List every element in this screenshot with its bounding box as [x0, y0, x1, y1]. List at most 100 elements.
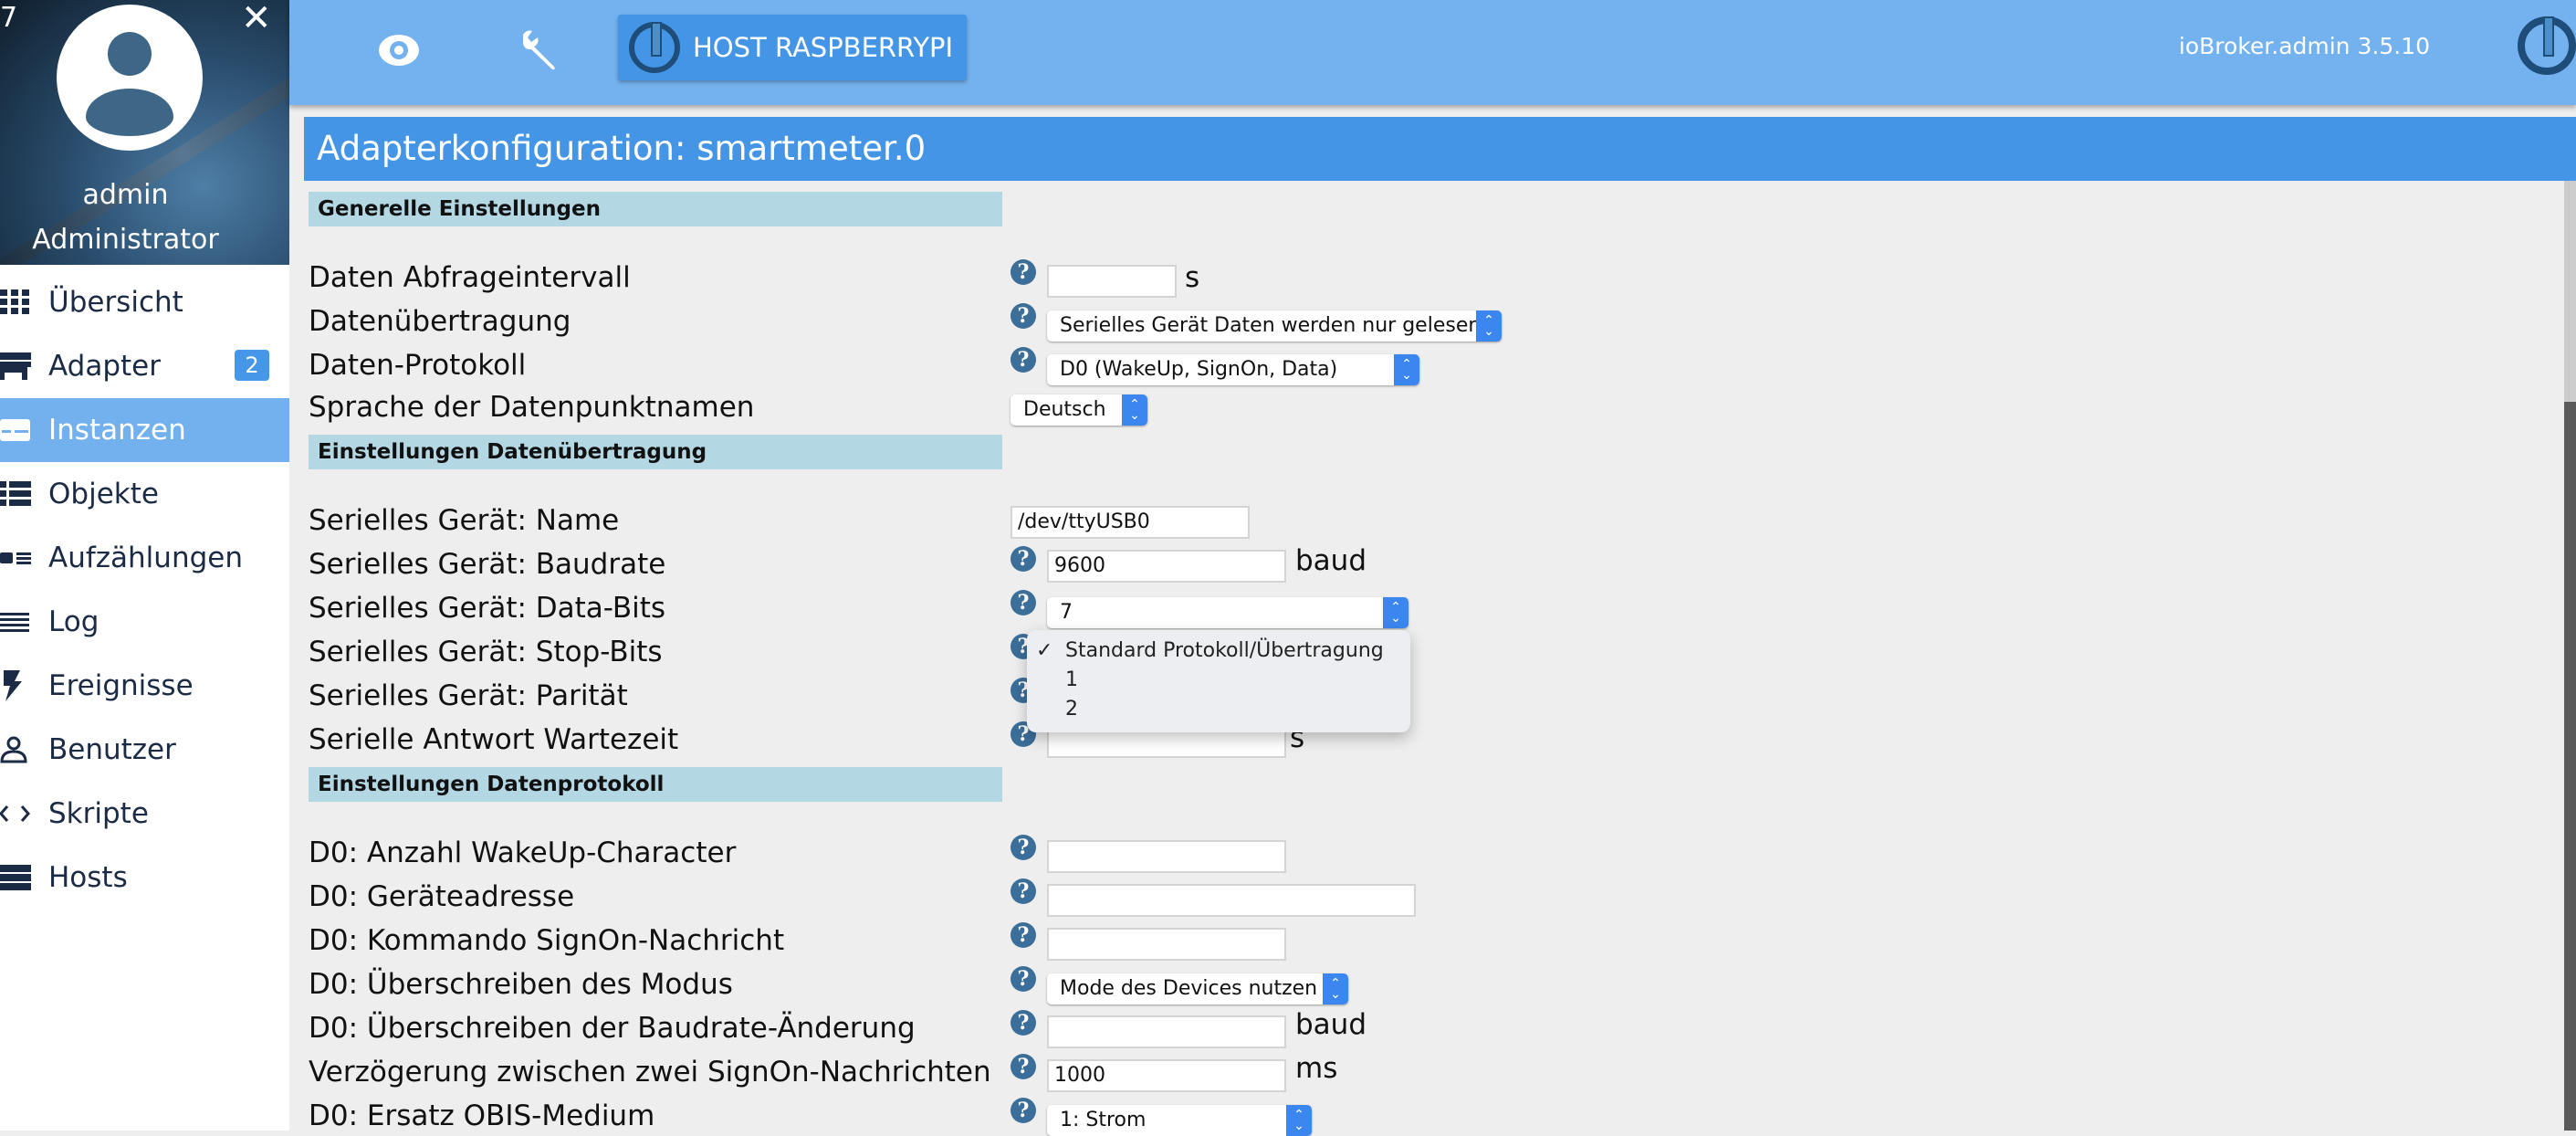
dropdown-option[interactable]: 2 [1065, 698, 1078, 721]
dropdown-option[interactable]: 1 [1065, 668, 1078, 691]
page-title: Adapterkonfiguration: smartmeter.0 [304, 117, 2576, 181]
host-button-label: HOST RASPBERRYPI [693, 32, 954, 63]
protocol-select-value: D0 (WakeUp, SignOn, Data) [1060, 358, 1338, 381]
sidebar-item-aufzaehlungen[interactable]: Aufzählungen [0, 526, 289, 590]
section-general: Generelle Einstellungen [309, 192, 1002, 226]
sidebar-item-label: Skripte [48, 797, 149, 830]
help-icon[interactable]: ? [1011, 546, 1036, 572]
wrench-icon[interactable] [518, 27, 563, 73]
databits-label: Serielles Gerät: Data-Bits [309, 592, 666, 625]
sidebar-item-label: Hosts [48, 861, 128, 894]
mode-override-select[interactable]: Mode des Devices nutzen ⌃ ⌄ [1047, 973, 1348, 1005]
enum-icon [0, 526, 48, 590]
databits-select[interactable]: 7 ⌃ ⌄ [1047, 597, 1408, 628]
mode-override-select-value: Mode des Devices nutzen [1060, 977, 1318, 1000]
code-icon [0, 782, 48, 846]
sidebar-item-uebersicht[interactable]: Übersicht [0, 270, 289, 334]
transfer-select-value: Serielles Gerät Daten werden nur gelesen [1060, 314, 1482, 337]
sidebar-item-label: Objekte [48, 478, 159, 510]
sidebar-item-adapter[interactable]: Adapter 2 [0, 334, 289, 398]
list-icon [0, 462, 48, 526]
language-select[interactable]: Deutsch ⌃ ⌄ [1011, 394, 1147, 426]
user-name: admin [82, 179, 169, 211]
help-icon[interactable]: ? [1011, 1054, 1036, 1079]
user-role: Administrator [32, 224, 219, 256]
signon-delay-label: Verzögerung zwischen zwei SignOn-Nachric… [309, 1056, 991, 1089]
serial-name-label: Serielles Gerät: Name [309, 504, 620, 537]
chevron-updown-icon: ⌃ ⌄ [1394, 354, 1419, 385]
scrollbar-thumb[interactable] [2564, 402, 2576, 1131]
baudrate-unit: baud [1295, 544, 1367, 577]
avatar-head-icon [108, 32, 152, 76]
language-label: Sprache der Datenpunktnamen [309, 391, 755, 424]
eye-icon[interactable] [376, 27, 422, 73]
chevron-updown-icon: ⌃ ⌄ [1286, 1105, 1312, 1136]
signon-delay-unit: ms [1295, 1052, 1338, 1085]
protocol-select[interactable]: D0 (WakeUp, SignOn, Data) ⌃ ⌄ [1047, 354, 1419, 385]
sidebar-item-skripte[interactable]: Skripte [0, 782, 289, 846]
device-address-label: D0: Geräteadresse [309, 880, 575, 913]
help-icon[interactable]: ? [1011, 835, 1036, 860]
baud-override-input[interactable] [1047, 1015, 1286, 1048]
corner-number: 7 [0, 2, 18, 34]
avatar-body-icon [86, 89, 173, 136]
sidebar-item-hosts[interactable]: Hosts [0, 846, 289, 910]
host-button[interactable]: HOST RASPBERRYPI [618, 15, 967, 80]
baudrate-input[interactable]: 9600 [1047, 550, 1286, 583]
baud-override-unit: baud [1295, 1008, 1367, 1041]
adapter-config-form: Generelle Einstellungen Daten Abfrageint… [304, 181, 2559, 1136]
help-icon[interactable]: ? [1011, 303, 1036, 329]
databits-select-value: 7 [1060, 601, 1073, 624]
iobroker-logo-icon [2518, 16, 2576, 75]
obis-medium-label: D0: Ersatz OBIS-Medium [309, 1099, 655, 1132]
sidebar-item-benutzer[interactable]: Benutzer [0, 718, 289, 782]
sidebar-item-label: Instanzen [48, 414, 186, 447]
checkmark-icon: ✓ [1036, 639, 1053, 662]
store-icon [0, 334, 48, 398]
dropdown-option[interactable]: Standard Protokoll/Übertragung [1065, 639, 1384, 662]
profile-header: 7 ✕ admin Administrator [0, 0, 289, 265]
chevron-updown-icon: ⌃ ⌄ [1383, 597, 1408, 628]
signon-cmd-input[interactable] [1047, 928, 1286, 961]
chevron-updown-icon: ⌃ ⌄ [1323, 973, 1348, 1005]
sidebar-item-ereignisse[interactable]: Ereignisse [0, 654, 289, 718]
language-select-value: Deutsch [1023, 398, 1106, 421]
sidebar: 7 ✕ admin Administrator Übersicht Adapte… [0, 0, 289, 1131]
stopbits-dropdown-menu: ✓ Standard Protokoll/Übertragung 1 2 [1027, 630, 1410, 732]
grid-icon [0, 270, 48, 334]
avatar[interactable] [57, 5, 203, 151]
lines-icon [0, 590, 48, 654]
serial-name-input[interactable]: /dev/ttyUSB0 [1011, 506, 1250, 539]
server-icon [0, 846, 48, 910]
baudrate-label: Serielles Gerät: Baudrate [309, 548, 666, 581]
interval-label: Daten Abfrageintervall [309, 261, 631, 294]
protocol-label: Daten-Protokoll [309, 349, 527, 382]
help-icon[interactable]: ? [1011, 966, 1036, 992]
close-sidebar-button[interactable]: ✕ [241, 0, 272, 37]
parity-label: Serielles Gerät: Parität [309, 679, 628, 712]
iobroker-logo-icon [629, 22, 680, 73]
mode-override-label: D0: Überschreiben des Modus [309, 968, 733, 1001]
wakeup-chars-input[interactable] [1047, 840, 1286, 873]
help-icon[interactable]: ? [1011, 259, 1036, 285]
help-icon[interactable]: ? [1011, 590, 1036, 615]
transfer-select[interactable]: Serielles Gerät Daten werden nur gelesen… [1047, 310, 1502, 342]
transfer-label: Datenübertragung [309, 305, 571, 338]
help-icon[interactable]: ? [1011, 878, 1036, 904]
sidebar-item-objekte[interactable]: Objekte [0, 462, 289, 526]
help-icon[interactable]: ? [1011, 1098, 1036, 1123]
signon-delay-input[interactable]: 1000 [1047, 1059, 1286, 1092]
top-bar: HOST RASPBERRYPI ioBroker.admin 3.5.10 [289, 0, 2576, 105]
stopbits-label: Serielles Gerät: Stop-Bits [309, 636, 663, 668]
interval-input[interactable] [1047, 265, 1177, 298]
sidebar-item-label: Übersicht [48, 286, 183, 319]
signon-cmd-label: D0: Kommando SignOn-Nachricht [309, 924, 785, 957]
help-icon[interactable]: ? [1011, 922, 1036, 948]
bolt-icon [0, 654, 48, 718]
obis-medium-select[interactable]: 1: Strom ⌃ ⌄ [1047, 1105, 1312, 1136]
sidebar-item-instanzen[interactable]: Instanzen [0, 398, 289, 462]
sidebar-item-log[interactable]: Log [0, 590, 289, 654]
help-icon[interactable]: ? [1011, 1010, 1036, 1036]
device-address-input[interactable] [1047, 884, 1416, 917]
help-icon[interactable]: ? [1011, 347, 1036, 373]
